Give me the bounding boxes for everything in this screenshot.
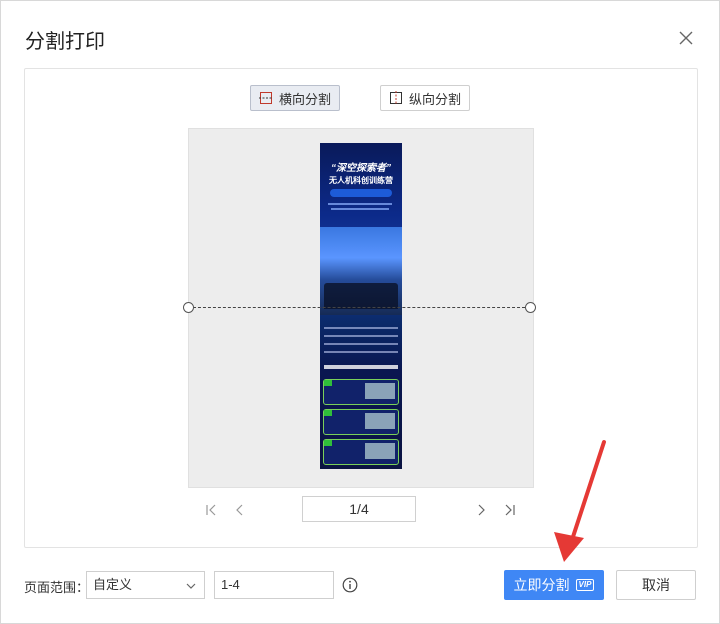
horizontal-split-label: 横向分割	[278, 91, 331, 107]
poster-card-image	[365, 383, 395, 399]
split-cut-line[interactable]	[188, 307, 530, 308]
next-page-icon[interactable]	[473, 502, 489, 518]
poster-text-line	[324, 343, 398, 345]
cut-line-left-handle[interactable]	[183, 302, 194, 313]
poster-card	[323, 439, 399, 465]
poster-card-tag	[324, 410, 332, 416]
poster-card-tag	[324, 380, 332, 386]
annotation-arrow-icon	[554, 440, 606, 562]
poster-slogan	[324, 365, 398, 369]
close-icon[interactable]	[673, 25, 699, 51]
poster-card	[323, 379, 399, 405]
poster-card-image	[365, 413, 395, 429]
page-preview-canvas: “深空探索者” 无人机科创训练营	[188, 128, 534, 488]
dialog-title: 分割打印	[25, 31, 105, 53]
poster-title: “深空探索者”	[331, 163, 391, 174]
last-page-icon[interactable]	[502, 502, 518, 518]
cut-line-right-handle[interactable]	[525, 302, 536, 313]
horizontal-split-button[interactable]: 横向分割	[250, 85, 340, 111]
vertical-split-icon	[389, 91, 402, 105]
vip-badge: VIP	[575, 579, 595, 591]
poster-text-line	[324, 351, 398, 353]
poster-card	[323, 409, 399, 435]
split-now-label: 立即分割	[513, 577, 570, 593]
previous-page-icon[interactable]	[232, 502, 248, 518]
poster-text-line	[324, 327, 398, 329]
poster-info-pill	[330, 189, 392, 197]
page-range-label: 页面范围：	[24, 580, 90, 595]
info-icon[interactable]	[342, 577, 358, 593]
poster-page-image: “深空探索者” 无人机科创训练营	[320, 143, 402, 469]
chevron-down-icon	[186, 583, 196, 589]
page-range-select[interactable]: 自定义	[86, 571, 205, 599]
poster-subtitle: 无人机科创训练营	[329, 176, 393, 185]
poster-text-line	[328, 203, 392, 205]
first-page-icon[interactable]	[203, 502, 219, 518]
vertical-split-button[interactable]: 纵向分割	[380, 85, 470, 111]
page-range-select-value: 自定义	[93, 577, 133, 592]
page-range-input[interactable]: 1-4	[214, 571, 334, 599]
poster-photo	[320, 227, 402, 315]
poster-text-line	[331, 208, 389, 210]
vertical-split-label: 纵向分割	[408, 91, 461, 107]
poster-text-line	[324, 335, 398, 337]
poster-card-image	[365, 443, 395, 459]
page-number-input[interactable]: 1/4	[302, 496, 416, 522]
poster-card-tag	[324, 440, 332, 446]
cancel-button[interactable]: 取消	[616, 570, 696, 600]
horizontal-split-icon	[258, 92, 273, 104]
split-now-button[interactable]: 立即分割 VIP	[504, 570, 604, 600]
